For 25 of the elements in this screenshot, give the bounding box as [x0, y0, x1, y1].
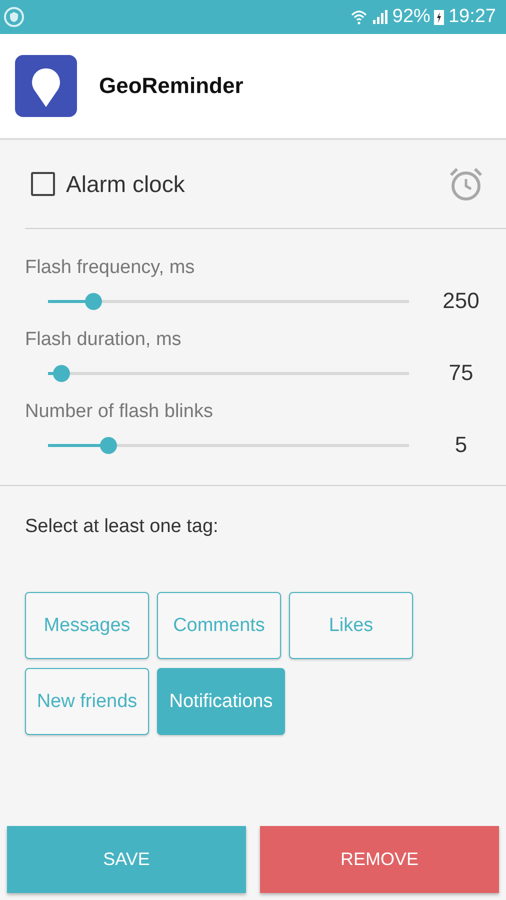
alarm-checkbox[interactable] [31, 172, 55, 196]
signal-icon [372, 9, 388, 25]
slider-value: 75 [448, 360, 474, 386]
slider-value: 250 [442, 288, 480, 314]
wifi-icon [350, 8, 368, 26]
tags-prompt: Select at least one tag: [24, 515, 220, 539]
slider-label: Flash duration, ms [25, 329, 182, 350]
map-pin-logo-icon [15, 55, 77, 117]
clock-time: 19:27 [448, 6, 496, 28]
shield-icon [4, 7, 24, 27]
save-button[interactable]: SAVE [7, 826, 246, 893]
app-title: GeoReminder [99, 73, 244, 99]
tag-button[interactable]: Messages [25, 592, 149, 659]
tag-button[interactable]: Comments [157, 592, 281, 659]
tag-button[interactable]: New friends [25, 668, 149, 735]
remove-button[interactable]: REMOVE [260, 826, 499, 893]
tag-button[interactable]: Likes [289, 592, 413, 659]
slider-label: Flash frequency, ms [25, 257, 195, 278]
slider-value: 5 [454, 432, 468, 458]
alarm-label: Alarm clock [66, 170, 186, 198]
slider-label: Number of flash blinks [25, 401, 213, 422]
alarm-clock-icon[interactable] [448, 166, 484, 202]
tag-button[interactable]: Notifications [157, 668, 285, 735]
battery-percent: 92% [392, 6, 430, 28]
battery-icon [434, 9, 444, 25]
